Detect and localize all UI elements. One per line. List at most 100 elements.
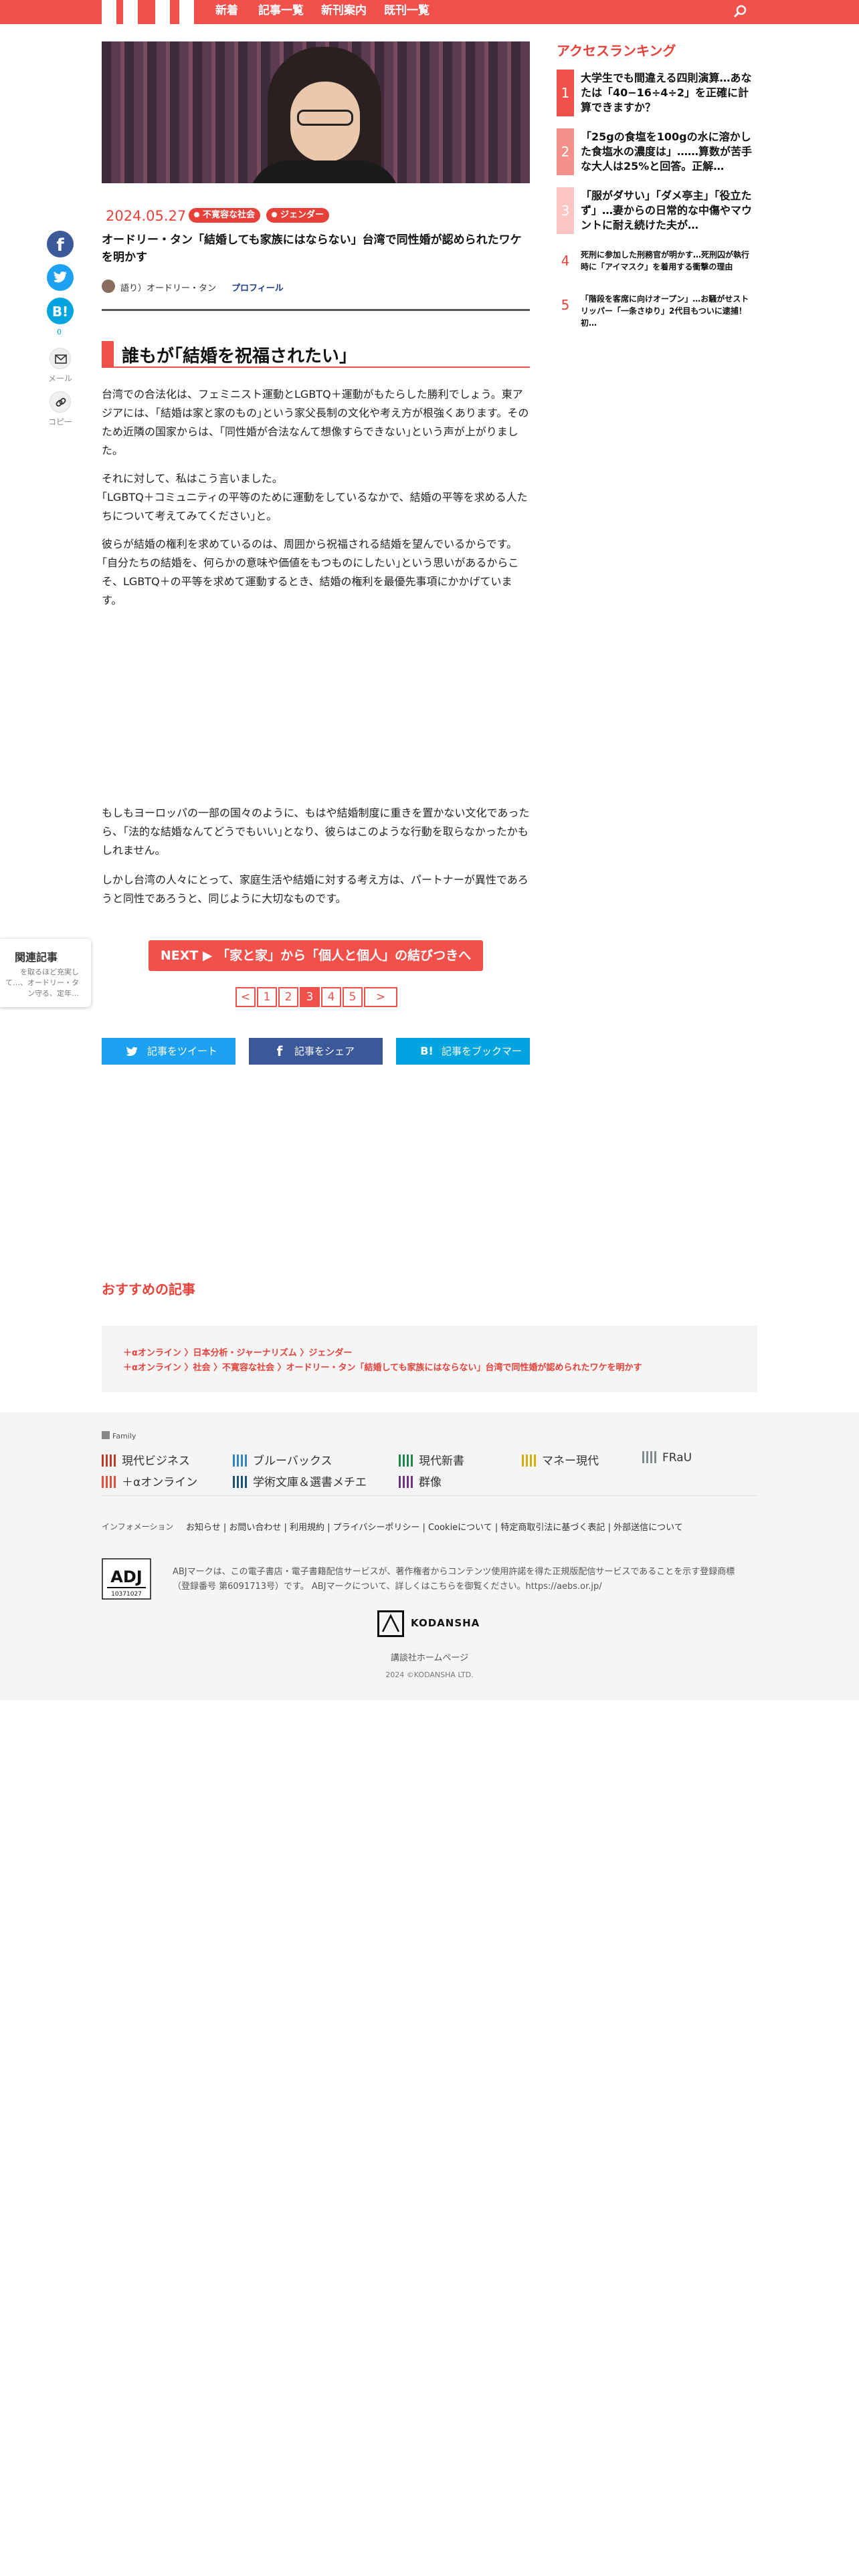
rank-number-5: 5 bbox=[561, 297, 570, 313]
mail-caption: メール bbox=[47, 374, 72, 383]
breadcrumb-line[interactable]: ＋αオンライン 〉日本分析・ジャーナリズム 〉ジェンダー bbox=[123, 1346, 352, 1358]
family-icon bbox=[102, 1431, 110, 1439]
top-nav-bar: 新着 記事一覧 新刊案内 既刊一覧 bbox=[0, 0, 859, 24]
footer-divider bbox=[102, 1495, 757, 1496]
family-bars-icon bbox=[233, 1476, 248, 1488]
facebook-icon: f bbox=[276, 1043, 283, 1059]
article-hero-image bbox=[102, 41, 530, 183]
author-avatar bbox=[102, 280, 115, 293]
link-icon bbox=[56, 398, 66, 407]
family-site-link[interactable]: 学術文庫＆選書メチエ bbox=[233, 1473, 367, 1489]
nav-articles[interactable]: 記事一覧 bbox=[258, 0, 304, 21]
search-icon[interactable] bbox=[733, 4, 748, 19]
rank-number-4: 4 bbox=[561, 253, 570, 269]
footer-links[interactable]: お知らせ | お問い合わせ | 利用規約 | プライバシーポリシー | Cook… bbox=[186, 1520, 683, 1533]
family-site-label: 学術文庫＆選書メチエ bbox=[253, 1476, 367, 1489]
nav-backlist[interactable]: 既刊一覧 bbox=[384, 0, 430, 21]
related-title: 関連記事 bbox=[15, 951, 58, 964]
mail-share-button[interactable] bbox=[50, 348, 71, 369]
tag-dot-icon bbox=[194, 212, 199, 217]
profile-link[interactable]: プロフィール bbox=[231, 281, 284, 294]
rank-number-1: 1 bbox=[557, 70, 574, 116]
family-site-link[interactable]: ブルーバックス bbox=[233, 1451, 332, 1468]
heading-accent-bar bbox=[102, 341, 114, 366]
family-sites-label: Family bbox=[102, 1431, 136, 1440]
family-site-link[interactable]: FRaU bbox=[642, 1451, 692, 1465]
pager-page-3-current[interactable]: 3 bbox=[300, 987, 320, 1007]
article-paragraph: それに対して、私はこう言いました。 ｢LGBTQ＋コミュニティの平等のために運動… bbox=[102, 472, 528, 522]
svg-text:B!: B! bbox=[52, 304, 68, 320]
tweet-article-button[interactable]: 記事をツイート bbox=[102, 1038, 235, 1065]
breadcrumb: ＋αオンライン 〉日本分析・ジャーナリズム 〉ジェンダー ＋αオンライン 〉社会… bbox=[102, 1325, 757, 1392]
bookmark-article-button[interactable]: B! 記事をブックマーク bbox=[396, 1038, 530, 1084]
nav-new-releases[interactable]: 新刊案内 bbox=[321, 0, 367, 21]
family-label-text: Family bbox=[112, 1432, 136, 1440]
family-bars-icon bbox=[522, 1455, 537, 1467]
kodansha-home-link[interactable]: 講談社ホームページ bbox=[0, 1650, 859, 1663]
family-site-label: 現代ビジネス bbox=[122, 1455, 190, 1468]
pager-page-1[interactable]: 1 bbox=[257, 987, 277, 1007]
article-date: 2024.05.27 bbox=[106, 208, 187, 224]
kodansha-logo-icon[interactable] bbox=[377, 1610, 404, 1637]
family-site-link[interactable]: マネー現代 bbox=[522, 1451, 599, 1468]
hatena-bookmark-button[interactable]: B! bbox=[47, 298, 74, 324]
ranking-item-4[interactable]: 死刑に参加した刑務官が明かす…死刑囚が執行時に「アイマスク」を着用する衝撃の理由 bbox=[581, 249, 755, 273]
twitter-share-button[interactable] bbox=[47, 264, 74, 291]
abj-description: ABJマークは、この電子書店・電子書籍配信サービスが、著作権者からコンテンツ使用… bbox=[173, 1567, 735, 1592]
hatena-b-icon: B! bbox=[52, 304, 68, 320]
svg-text:f: f bbox=[56, 235, 64, 255]
site-logo[interactable] bbox=[102, 0, 116, 24]
share-article-button[interactable]: f 記事をシェア bbox=[249, 1038, 383, 1065]
pager-next[interactable]: > bbox=[364, 987, 397, 1007]
abj-mark-icon: ADJ 10371027 bbox=[102, 1558, 151, 1600]
family-bars-icon bbox=[102, 1476, 116, 1488]
nav-new[interactable]: 新着 bbox=[215, 0, 238, 21]
family-bars-icon bbox=[102, 1455, 116, 1467]
information-label: インフォメーション bbox=[102, 1522, 174, 1531]
breadcrumb-line[interactable]: ＋αオンライン 〉社会 〉不寛容な社会 〉オードリー・タン「結婚しても家族にはな… bbox=[123, 1360, 642, 1373]
family-bars-icon bbox=[399, 1476, 413, 1488]
tag-intolerant-society[interactable]: 不寛容な社会 bbox=[189, 208, 261, 223]
bookmark-label: 記事をブックマーク bbox=[442, 1045, 522, 1084]
tag-gender[interactable]: ジェンダー bbox=[266, 208, 330, 223]
site-logo-part bbox=[123, 0, 138, 24]
facebook-icon: f bbox=[56, 235, 64, 255]
family-site-label: ＋αオンライン bbox=[122, 1476, 198, 1489]
pager-page-2[interactable]: 2 bbox=[278, 987, 298, 1007]
tag-label: ジェンダー bbox=[280, 210, 324, 220]
facebook-share-button[interactable]: f bbox=[47, 231, 74, 257]
copy-link-button[interactable] bbox=[50, 391, 71, 413]
rank-number-2: 2 bbox=[557, 128, 574, 175]
article-paragraph: 台湾での合法化は、フェミニスト運動とLGBTQ＋運動がもたらした勝利でしょう。東… bbox=[102, 388, 529, 457]
family-bars-icon bbox=[642, 1451, 657, 1463]
tweet-label: 記事をツイート bbox=[147, 1045, 218, 1057]
family-site-link[interactable]: 現代ビジネス bbox=[102, 1451, 190, 1468]
portrait-body bbox=[249, 160, 400, 183]
ranking-item-1[interactable]: 大学生でも間違える四則演算…あなたは「40−16÷4÷2」を正確に計算できますか… bbox=[581, 71, 755, 115]
portrait-glasses bbox=[297, 110, 353, 126]
family-site-label: 群像 bbox=[419, 1476, 442, 1489]
family-site-link[interactable]: ＋αオンライン bbox=[102, 1473, 197, 1489]
related-articles-panel[interactable]: 関連記事 を取るほど充実して…、オードリー・タン守る、定年… bbox=[0, 939, 91, 1007]
copy-caption: コピー bbox=[47, 417, 72, 427]
family-site-link[interactable]: 現代新書 bbox=[399, 1451, 464, 1468]
ranking-heading: アクセスランキング bbox=[557, 43, 676, 59]
title-divider bbox=[102, 309, 530, 311]
abj-mark-label: ADJ bbox=[110, 1568, 142, 1586]
ranking-item-5[interactable]: 「階段を客席に向けオープン」…お騒がせストリッパー「一条さゆり」2代目もついに逮… bbox=[581, 293, 755, 329]
article-paragraph: 彼らが結婚の権利を求めているのは、周囲から祝福される結婚を望んでいるからです。｢… bbox=[102, 538, 519, 607]
kodansha-name: KODANSHA bbox=[411, 1617, 480, 1629]
section-heading: 誰もが｢結婚を祝福されたい｣ bbox=[122, 346, 349, 366]
pager-prev[interactable]: < bbox=[235, 987, 256, 1007]
ranking-item-2[interactable]: 「25gの食塩を100gの水に溶かした食塩水の濃度は」……算数が苦手な大人は25… bbox=[581, 130, 755, 174]
ranking-item-3[interactable]: 「服がダサい」「ダメ亭主」「役立たず」…妻からの日常的な中傷やマウントに耐え続け… bbox=[581, 189, 755, 233]
rank-number-3: 3 bbox=[557, 187, 574, 234]
pager-page-4[interactable]: 4 bbox=[321, 987, 341, 1007]
pager-page-5[interactable]: 5 bbox=[343, 987, 363, 1007]
next-page-button[interactable]: NEXT ▶ 「家と家」から「個人と個人」の結びつきへ bbox=[149, 940, 483, 971]
family-site-link[interactable]: 群像 bbox=[399, 1473, 442, 1489]
mail-icon bbox=[55, 354, 67, 364]
family-site-label: ブルーバックス bbox=[253, 1455, 332, 1468]
twitter-bird-icon bbox=[126, 1047, 138, 1057]
family-site-label: 現代新書 bbox=[419, 1455, 464, 1468]
